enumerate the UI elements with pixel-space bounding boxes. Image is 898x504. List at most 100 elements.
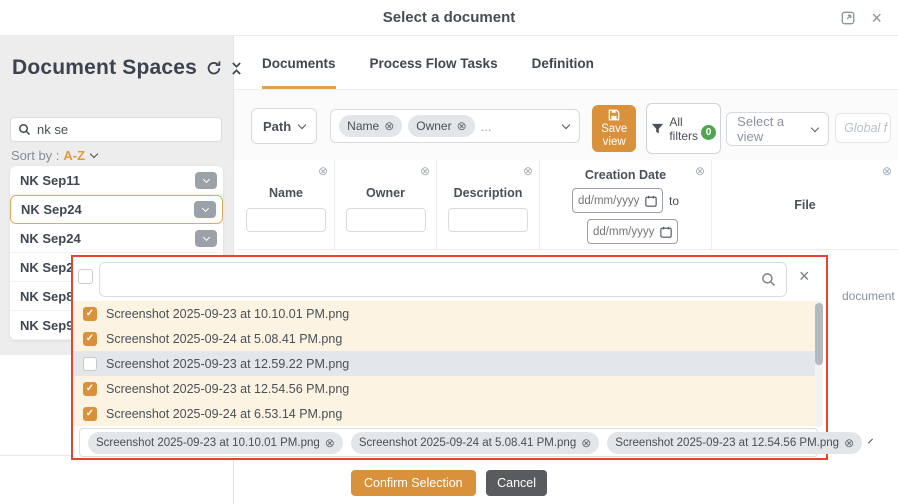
- clear-column-icon[interactable]: ⊗: [882, 165, 892, 177]
- refresh-icon[interactable]: [206, 60, 222, 76]
- save-icon: [608, 109, 620, 121]
- filter-bar: Path Name ⊗ Owner ⊗ ...: [234, 90, 898, 160]
- option-checkbox[interactable]: [83, 307, 97, 321]
- sort-by-label: Sort by :: [11, 148, 59, 163]
- remove-chip-icon[interactable]: ⊗: [844, 436, 854, 450]
- space-row[interactable]: NK Sep24: [10, 224, 223, 253]
- tab-bar: Documents Process Flow Tasks Definition: [234, 36, 898, 90]
- dropdown-scrollbar: [815, 301, 823, 427]
- search-icon: [18, 123, 31, 136]
- sidebar-title: Document Spaces: [12, 56, 197, 80]
- column-creation-date: ⊗ Creation Date to: [540, 160, 712, 249]
- clear-column-icon[interactable]: ⊗: [523, 165, 533, 177]
- remove-chip-icon[interactable]: ⊗: [581, 436, 591, 450]
- space-actions-button[interactable]: [195, 172, 217, 189]
- dialog-titlebar: Select a document ×: [0, 0, 898, 36]
- close-icon[interactable]: ×: [871, 9, 882, 27]
- calendar-icon[interactable]: [645, 195, 657, 207]
- filter-chip-label: Owner: [416, 119, 451, 133]
- spaces-search-box: [10, 117, 222, 142]
- global-filters-button[interactable]: Global f: [835, 113, 891, 143]
- calendar-icon[interactable]: [660, 226, 672, 238]
- save-view-label: Save view: [592, 123, 636, 149]
- filter-chip[interactable]: Owner ⊗: [408, 115, 474, 137]
- tab-process-flow-tasks[interactable]: Process Flow Tasks: [370, 56, 498, 89]
- option-checkbox[interactable]: [83, 357, 97, 371]
- column-label: Owner: [335, 186, 436, 200]
- select-view-dropdown[interactable]: Select a view: [726, 112, 829, 146]
- chevron-down-icon: [202, 233, 209, 240]
- clear-column-icon[interactable]: ⊗: [318, 165, 328, 177]
- space-label: NK Sep11: [20, 173, 195, 188]
- spaces-search-input[interactable]: [37, 122, 214, 137]
- funnel-icon: [651, 122, 664, 135]
- option-checkbox[interactable]: [83, 382, 97, 396]
- option-checkbox[interactable]: [83, 407, 97, 421]
- selected-file-chip[interactable]: Screenshot 2025-09-24 at 5.08.41 PM.png …: [351, 432, 599, 454]
- select-all-checkbox[interactable]: [78, 269, 93, 284]
- name-filter-input[interactable]: [246, 208, 326, 232]
- save-view-button[interactable]: Save view: [592, 105, 636, 152]
- dropdown-option-row[interactable]: Screenshot 2025-09-23 at 12.59.22 PM.png: [73, 351, 822, 376]
- collapse-panel-icon[interactable]: [231, 61, 242, 76]
- scrollbar-thumb[interactable]: [815, 303, 823, 365]
- dropdown-option-row[interactable]: Screenshot 2025-09-23 at 10.10.01 PM.png: [73, 301, 822, 326]
- remove-chip-icon[interactable]: ⊗: [325, 436, 335, 450]
- clear-column-icon[interactable]: ⊗: [420, 165, 430, 177]
- column-label: Name: [238, 186, 334, 200]
- space-row[interactable]: NK Sep24: [10, 195, 223, 224]
- all-filters-line2: filters: [669, 129, 698, 143]
- column-label: File: [712, 198, 898, 212]
- remove-chip-icon[interactable]: ⊗: [457, 119, 467, 133]
- option-label: Screenshot 2025-09-23 at 10.10.01 PM.png: [106, 307, 349, 321]
- path-dropdown-button[interactable]: Path: [251, 108, 317, 144]
- tab-documents[interactable]: Documents: [262, 56, 336, 89]
- filters-count-badge: 0: [701, 125, 716, 140]
- filter-chip[interactable]: Name ⊗: [339, 115, 402, 137]
- column-owner: ⊗ Owner: [335, 160, 437, 249]
- date-from-input[interactable]: [578, 195, 642, 207]
- chevron-down-icon[interactable]: [90, 150, 98, 158]
- chevron-down-icon: [201, 205, 208, 212]
- dropdown-option-row[interactable]: Screenshot 2025-09-23 at 12.54.56 PM.png: [73, 376, 822, 401]
- tab-definition[interactable]: Definition: [532, 56, 594, 89]
- sort-value[interactable]: A-Z: [63, 148, 85, 163]
- all-filters-button[interactable]: All filters 0: [646, 103, 721, 154]
- file-multiselect-dropdown: × Screenshot 2025-09-23 at 10.10.01 PM.p…: [71, 255, 828, 460]
- clear-column-icon[interactable]: ⊗: [695, 165, 705, 177]
- dropdown-options-list: Screenshot 2025-09-23 at 10.10.01 PM.png…: [73, 301, 822, 426]
- close-dropdown-icon[interactable]: ×: [799, 267, 810, 285]
- expand-icon[interactable]: [841, 11, 855, 25]
- chevron-down-icon[interactable]: [562, 120, 570, 128]
- dropdown-option-row[interactable]: Screenshot 2025-09-24 at 5.08.41 PM.png: [73, 326, 822, 351]
- remove-chip-icon[interactable]: ⊗: [384, 119, 394, 133]
- space-row[interactable]: NK Sep11: [10, 166, 223, 195]
- dialog-title: Select a document: [0, 0, 898, 36]
- selected-file-label: Screenshot 2025-09-23 at 10.10.01 PM.png: [96, 437, 320, 449]
- filter-chip-label: Name: [347, 119, 379, 133]
- chevron-down-icon: [202, 175, 209, 182]
- option-label: Screenshot 2025-09-23 at 12.59.22 PM.png: [106, 357, 349, 371]
- dialog-footer: Confirm Selection Cancel: [0, 470, 898, 496]
- selected-file-chip[interactable]: Screenshot 2025-09-23 at 12.54.56 PM.png…: [607, 432, 862, 454]
- option-checkbox[interactable]: [83, 332, 97, 346]
- table-header: ⊗ Name ⊗ Owner ⊗ Description ⊗ Creation …: [238, 160, 898, 250]
- selected-file-label: Screenshot 2025-09-23 at 12.54.56 PM.png: [615, 437, 839, 449]
- path-label: Path: [263, 119, 291, 134]
- selected-file-chip[interactable]: Screenshot 2025-09-23 at 10.10.01 PM.png…: [88, 432, 343, 454]
- dropdown-option-row[interactable]: Screenshot 2025-09-24 at 6.53.14 PM.png: [73, 401, 822, 426]
- owner-filter-input[interactable]: [346, 208, 426, 232]
- combo-placeholder: ...: [481, 119, 492, 134]
- filter-columns-combo[interactable]: Name ⊗ Owner ⊗ ...: [330, 109, 580, 143]
- space-actions-button[interactable]: [194, 201, 216, 218]
- dropdown-search-input[interactable]: [110, 272, 761, 287]
- chevron-down-icon: [298, 120, 306, 128]
- confirm-selection-button[interactable]: Confirm Selection: [351, 470, 476, 496]
- space-actions-button[interactable]: [195, 230, 217, 247]
- column-description: ⊗ Description: [437, 160, 540, 249]
- option-label: Screenshot 2025-09-24 at 6.53.14 PM.png: [106, 407, 342, 421]
- chevron-down-icon: [811, 123, 819, 131]
- date-to-input[interactable]: [593, 226, 657, 238]
- cancel-button[interactable]: Cancel: [486, 470, 547, 496]
- description-filter-input[interactable]: [448, 208, 528, 232]
